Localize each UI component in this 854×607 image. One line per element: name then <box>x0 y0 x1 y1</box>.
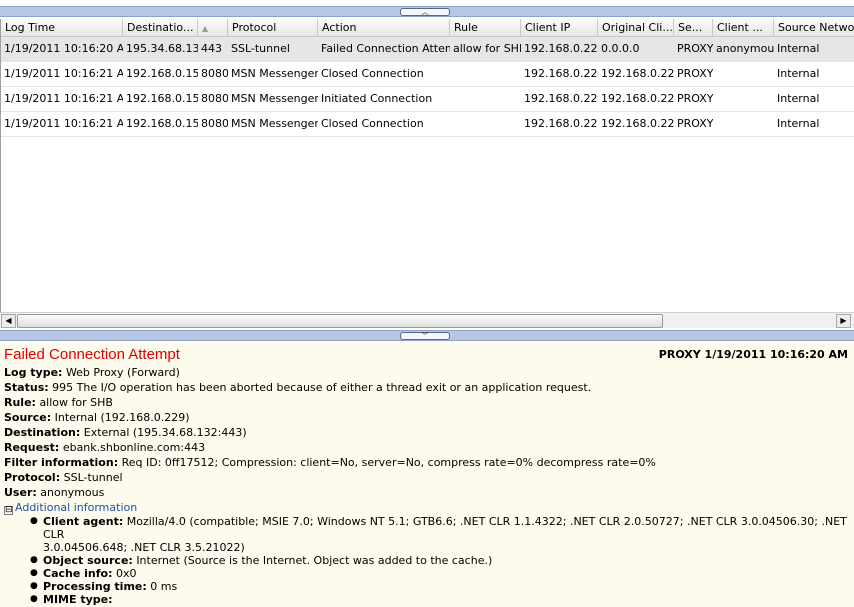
cell-client-user <box>713 112 774 136</box>
detail-destination: Destination: External (195.34.68.132:443… <box>4 426 247 439</box>
column-header-service[interactable]: Se... <box>674 19 713 37</box>
cell-destination: 192.168.0.154 <box>126 67 198 80</box>
cell-protocol: SSL-tunnel <box>231 42 290 55</box>
cell-source-network: Internal <box>777 92 820 105</box>
detail-log-type: Log type: Web Proxy (Forward) <box>4 366 180 379</box>
cell-rule <box>450 87 521 111</box>
splitter-middle[interactable]: ﹀ <box>0 330 854 341</box>
column-header-rule[interactable]: Rule <box>450 19 521 37</box>
additional-information-toggle[interactable]: ⊟ Additional information <box>4 500 850 515</box>
chevron-up-icon[interactable]: ︿ <box>400 8 450 16</box>
cell-action: Failed Connection Attempt <box>321 42 450 55</box>
detail-protocol: Protocol: SSL-tunnel <box>4 471 123 484</box>
cell-port: 8080 <box>201 67 228 80</box>
splitter-top[interactable]: ︿ <box>0 6 854 17</box>
detail-request: Request: ebank.shbonline.com:443 <box>4 441 206 454</box>
scroll-right-icon[interactable]: ▶ <box>836 314 851 328</box>
cell-rule <box>450 112 521 136</box>
details-pane: Failed Connection Attempt PROXY 1/19/201… <box>0 341 854 607</box>
additional-information-label[interactable]: Additional information <box>15 501 137 514</box>
cell-original-client: 0.0.0.0 <box>601 42 640 55</box>
chevron-down-icon[interactable]: ﹀ <box>400 332 450 340</box>
detail-filter-information: Filter information: Req ID: 0ff17512; Co… <box>4 456 656 469</box>
table-row[interactable]: 1/19/2011 10:16:21 AM 192.168.0.154 8080… <box>1 87 854 112</box>
cell-destination: 192.168.0.154 <box>126 92 198 105</box>
grid-header: Log Time Destinatio... ▲ Protocol Action… <box>1 19 854 37</box>
cell-service: PROXY <box>677 117 713 130</box>
cell-destination: 195.34.68.132 <box>126 42 198 55</box>
list-item-processing-time: Processing time: 0 ms <box>30 580 850 593</box>
scroll-left-icon[interactable]: ◀ <box>1 314 16 328</box>
cell-port: 8080 <box>201 117 228 130</box>
list-item-object-source: Object source: Internet (Source is the I… <box>30 554 850 567</box>
cell-service: PROXY <box>677 92 713 105</box>
cell-protocol: MSN Messenger 1 <box>231 117 318 130</box>
column-header-source-network[interactable]: Source Networ <box>774 19 854 37</box>
cell-source-network: Internal <box>777 67 820 80</box>
cell-port: 443 <box>201 42 222 55</box>
cell-log-time: 1/19/2011 10:16:21 AM <box>4 117 123 130</box>
cell-client-ip: 192.168.0.229 <box>524 42 598 55</box>
cell-destination: 192.168.0.154 <box>126 117 198 130</box>
column-header-log-time[interactable]: Log Time <box>1 19 123 37</box>
detail-service-timestamp: PROXY 1/19/2011 10:16:20 AM <box>658 348 848 361</box>
table-row[interactable]: 1/19/2011 10:16:21 AM 192.168.0.154 8080… <box>1 112 854 137</box>
table-row[interactable]: 1/19/2011 10:16:21 AM 192.168.0.154 8080… <box>1 62 854 87</box>
cell-action: Closed Connection <box>321 67 424 80</box>
collapse-icon[interactable]: ⊟ <box>4 506 13 515</box>
cell-protocol: MSN Messenger 1 <box>231 67 318 80</box>
cell-action: Closed Connection <box>321 117 424 130</box>
detail-status: Status: 995 The I/O operation has been a… <box>4 381 592 394</box>
cell-rule <box>450 62 521 86</box>
cell-port: 8080 <box>201 92 228 105</box>
cell-original-client: 192.168.0.229 <box>601 117 674 130</box>
cell-service: PROXY <box>677 67 713 80</box>
cell-client-ip: 192.168.0.229 <box>524 67 598 80</box>
cell-rule: allow for SHB <box>453 42 521 55</box>
cell-original-client: 192.168.0.229 <box>601 92 674 105</box>
column-header-destination[interactable]: Destinatio... <box>123 19 198 37</box>
cell-log-time: 1/19/2011 10:16:20 AM <box>4 42 123 55</box>
table-row[interactable]: 1/19/2011 10:16:20 AM 195.34.68.132 443 … <box>1 37 854 62</box>
column-header-port[interactable]: ▲ <box>198 19 228 37</box>
cell-source-network: Internal <box>777 117 820 130</box>
cell-client-user <box>713 62 774 86</box>
log-grid: Log Time Destinatio... ▲ Protocol Action… <box>0 19 854 312</box>
cell-client-user <box>713 87 774 111</box>
detail-source: Source: Internal (192.168.0.229) <box>4 411 190 424</box>
column-header-original-client[interactable]: Original Cli... <box>598 19 674 37</box>
cell-log-time: 1/19/2011 10:16:21 AM <box>4 67 123 80</box>
cell-action: Initiated Connection <box>321 92 433 105</box>
column-header-client-user[interactable]: Client ... <box>713 19 774 37</box>
list-item-client-agent: Client agent: Mozilla/4.0 (compatible; M… <box>30 515 850 554</box>
list-item-cache-info: Cache info: 0x0 <box>30 567 850 580</box>
sort-asc-icon: ▲ <box>202 24 209 33</box>
cell-log-time: 1/19/2011 10:16:21 AM <box>4 92 123 105</box>
cell-protocol: MSN Messenger 1 <box>231 92 318 105</box>
column-header-client-ip[interactable]: Client IP <box>521 19 598 37</box>
detail-user: User: anonymous <box>4 486 105 499</box>
column-header-action[interactable]: Action <box>318 19 450 37</box>
scrollbar-thumb[interactable] <box>17 314 663 328</box>
cell-service: PROXY <box>677 42 713 55</box>
horizontal-scrollbar[interactable]: ◀ ▶ <box>0 312 854 328</box>
additional-information-list: Client agent: Mozilla/4.0 (compatible; M… <box>30 515 850 606</box>
cell-client-user: anonymous <box>716 42 774 55</box>
cell-original-client: 192.168.0.229 <box>601 67 674 80</box>
cell-client-ip: 192.168.0.229 <box>524 92 598 105</box>
cell-source-network: Internal <box>777 42 820 55</box>
list-item-mime-type: MIME type: <box>30 593 850 606</box>
detail-rule: Rule: allow for SHB <box>4 396 113 409</box>
column-header-protocol[interactable]: Protocol <box>228 19 318 37</box>
cell-client-ip: 192.168.0.229 <box>524 117 598 130</box>
